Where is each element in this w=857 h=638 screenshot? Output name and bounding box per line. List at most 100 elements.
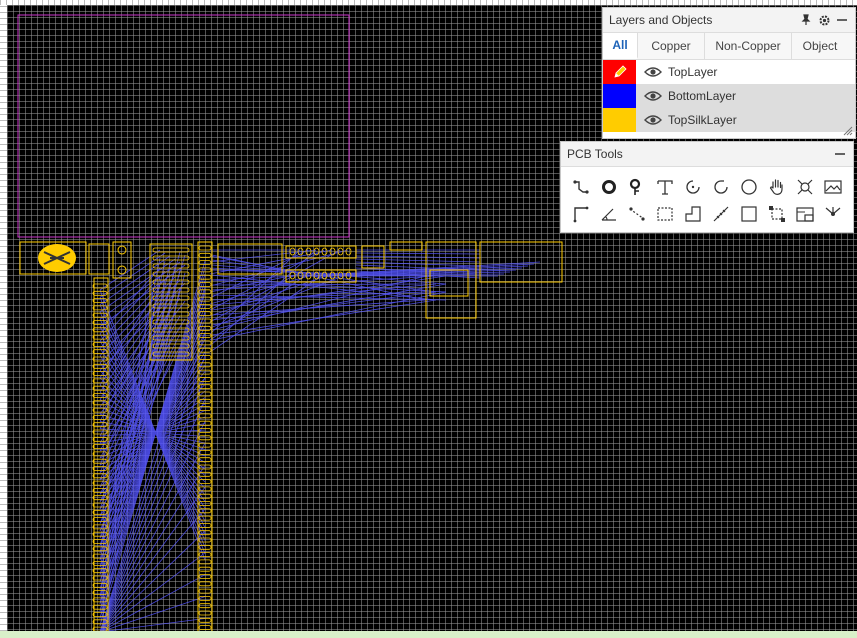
pad[interactable] [198,282,212,287]
pad[interactable] [92,422,108,428]
ratline [209,273,325,353]
rectangle-tool[interactable] [735,200,763,227]
layer-name: BottomLayer [668,89,737,103]
ratline [209,249,317,347]
ratline [355,258,481,263]
pad[interactable] [92,290,108,296]
tab-non-copper[interactable]: Non-Copper [705,33,792,59]
measure-tool[interactable] [707,200,735,227]
pad[interactable] [289,247,296,256]
tools-panel-title: PCB Tools [567,147,623,161]
layer-name: TopSilkLayer [668,113,737,127]
board-outline[interactable] [17,14,350,238]
jumper-icon [629,206,645,221]
pad[interactable] [92,444,108,450]
ratline [99,355,206,633]
track-tool[interactable] [567,173,595,200]
fan-tool[interactable] [819,200,847,227]
layer-color-swatch[interactable] [603,84,636,108]
pad[interactable] [198,588,212,594]
solid-region-icon [685,205,701,222]
connect-pad-tool[interactable] [791,173,819,200]
eye-icon[interactable] [644,114,662,126]
pad[interactable] [345,247,352,256]
center-arc-tool[interactable] [707,173,735,200]
minimize-icon[interactable] [833,147,847,161]
pin-icon[interactable] [799,13,813,27]
rectangle-icon [741,205,757,222]
circle-icon [741,178,757,195]
tab-all[interactable]: All [603,33,638,59]
layer-color-swatch[interactable] [603,108,636,132]
layer-row-topsilklayer[interactable]: TopSilkLayer [603,108,855,132]
layers-panel-title: Layers and Objects [609,13,713,27]
gear-icon[interactable] [817,13,831,27]
resize-grip-icon[interactable] [841,124,853,136]
center-arc-icon [714,179,728,194]
layer-row-toplayer[interactable]: TopLayer [603,60,855,84]
image-icon [824,179,842,194]
text-tool[interactable] [651,173,679,200]
pad[interactable] [198,471,212,477]
fan-icon [825,206,841,216]
jumper-tool[interactable] [623,200,651,227]
pad[interactable] [92,436,108,442]
ratline [355,252,481,255]
layer-tabs: All Copper Non-Copper Object [603,33,855,60]
copper-area-icon [657,206,673,221]
ratlines [99,249,541,633]
pad-group-tool[interactable] [791,200,819,227]
ratline [209,249,341,323]
text-icon [657,179,673,195]
solid-region-tool[interactable] [679,200,707,227]
dimension-icon [573,206,589,222]
pad[interactable] [198,559,212,565]
pad[interactable] [198,347,212,353]
ratline [99,263,171,568]
pan-hand-icon [769,178,783,195]
layers-panel: Layers and Objects All Copper Non-Copper… [602,7,856,139]
hole-tool[interactable] [763,200,791,227]
copper-area-tool[interactable] [651,200,679,227]
tab-object[interactable]: Object [792,33,848,59]
pad[interactable] [92,283,108,289]
pad[interactable] [198,252,212,258]
tool-grid [561,167,853,227]
pan-tool[interactable] [763,173,791,200]
circle-tool[interactable] [735,173,763,200]
minimize-icon[interactable] [835,13,849,27]
layer-name: TopLayer [668,65,718,79]
pad[interactable] [198,245,212,251]
logo-footprint[interactable] [19,241,87,275]
measure-icon [713,206,729,221]
protractor-tool[interactable] [595,200,623,227]
track-icon [573,179,589,194]
pad[interactable] [198,625,212,630]
via-icon [629,178,641,195]
layer-color-swatch[interactable] [603,60,636,84]
hole-icon [769,205,785,222]
layer-row-bottomlayer[interactable]: BottomLayer [603,84,855,108]
layers-panel-header[interactable]: Layers and Objects [603,8,855,33]
pcb-tools-panel: PCB Tools [560,141,854,233]
pad-tool[interactable] [595,173,623,200]
pad[interactable] [92,371,108,377]
pad[interactable] [198,610,212,616]
pad[interactable] [198,391,212,397]
pad[interactable] [305,247,312,256]
pad[interactable] [198,566,212,572]
image-tool[interactable] [819,173,847,200]
tools-panel-header[interactable]: PCB Tools [561,142,853,167]
via-tool[interactable] [623,173,651,200]
dimension-tool[interactable] [567,200,595,227]
pad[interactable] [198,581,212,587]
eye-icon[interactable] [644,66,662,78]
connect-pad-icon [797,179,813,194]
pad[interactable] [92,590,108,595]
arc-tool[interactable] [679,173,707,200]
pad[interactable] [198,603,212,609]
tab-copper[interactable]: Copper [638,33,705,59]
eye-icon[interactable] [644,90,662,102]
status-strip [0,631,857,638]
pad[interactable] [92,429,108,435]
